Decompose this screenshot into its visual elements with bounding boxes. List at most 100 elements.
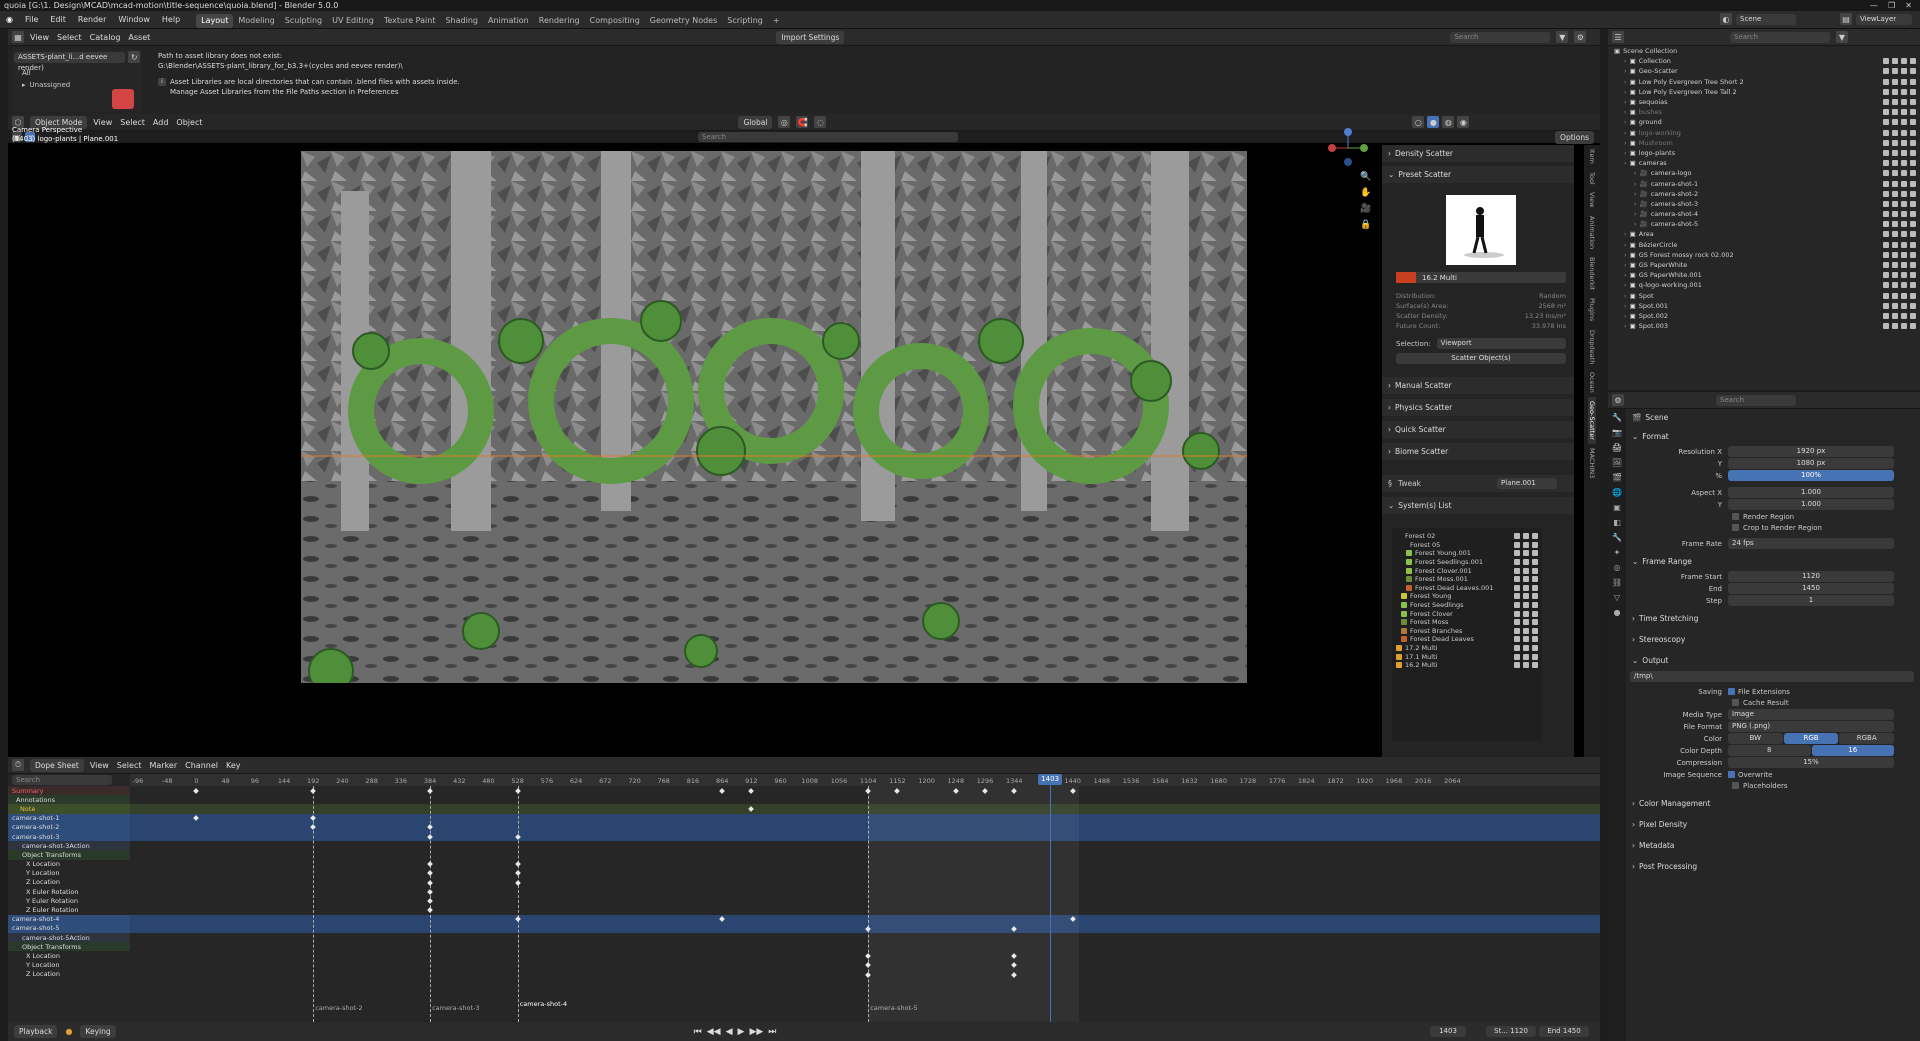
prev-key-icon[interactable]: ◀◀ [707,1027,721,1037]
prop-checkbox[interactable]: Cache Result [1626,697,1920,708]
outliner-item[interactable]: › ▣ q-logo-working.001 [1608,280,1920,290]
particles-tab-icon[interactable]: ✦ [1614,548,1621,557]
prop-field[interactable]: 1080 px [1728,458,1894,469]
system-visibility-icons[interactable] [1514,627,1538,634]
dopesheet-menu-item[interactable]: Key [226,761,241,770]
selection-dropdown[interactable]: Viewport [1436,338,1566,349]
channel-row[interactable]: camera-shot-2 [8,822,130,832]
channel-row[interactable]: Summary [8,786,130,796]
outliner-item[interactable]: › ▣ Mushroom [1608,138,1920,148]
system-visibility-icons[interactable] [1514,602,1538,609]
visibility-icons[interactable] [1883,272,1916,279]
system-visibility-icons[interactable] [1514,619,1538,626]
outliner-item[interactable]: › ▣ Spot [1608,291,1920,301]
view-layer-tab-icon[interactable]: 🖼 [1612,458,1622,467]
outliner-item[interactable]: › ▣ Low Poly Evergreen Tree Tall 2 [1608,87,1920,97]
checkbox-icon[interactable] [1732,513,1739,520]
system-row[interactable]: 16.2 Multi [1392,661,1542,670]
viewport-menu-item[interactable]: Add [153,118,169,127]
end-frame-field[interactable]: End 1450 [1539,1026,1589,1037]
outliner-item[interactable]: › ▣ Spot.001 [1608,301,1920,311]
menu-file[interactable]: File [19,11,44,29]
system-row[interactable]: Forest Branches [1392,627,1542,636]
channel-row[interactable]: Object Transforms [8,850,130,860]
world-tab-icon[interactable]: 🌐 [1612,488,1622,497]
editor-type-icon[interactable]: ⚙ [1612,394,1624,406]
system-visibility-icons[interactable] [1514,610,1538,617]
menu-window[interactable]: Window [112,11,156,29]
checkbox-icon[interactable] [1732,782,1739,789]
expand-chevron-icon[interactable]: › [1624,322,1627,330]
system-row[interactable]: Forest 05 [1392,541,1542,550]
outliner-item[interactable]: › ▣ Spot.002 [1608,311,1920,321]
workspace-tab[interactable]: Rendering [534,14,585,28]
editor-type-icon[interactable]: ⏱ [12,759,24,771]
system-row[interactable]: Forest Seedlings [1392,601,1542,610]
outliner-item[interactable]: › ▣ bushes [1608,107,1920,117]
color-mode-option[interactable]: BW [1728,733,1783,744]
expand-chevron-icon[interactable]: › [1624,302,1627,310]
prop-section[interactable]: › Pixel Density [1626,816,1920,833]
system-row[interactable]: Forest Young [1392,592,1542,601]
system-row[interactable]: Forest Moss [1392,618,1542,627]
visibility-icons[interactable] [1883,129,1916,136]
workspace-tab[interactable]: Compositing [585,14,645,28]
render-tab-icon[interactable]: 📷 [1612,428,1622,437]
next-key-icon[interactable]: ▶▶ [749,1027,763,1037]
expand-chevron-icon[interactable]: › [1624,241,1627,249]
channel-row[interactable]: camera-shot-3 [8,831,130,842]
section-preset-scatter[interactable]: ⌄ Preset Scatter [1382,166,1574,183]
scene-tab-icon[interactable]: 🎬 [1612,473,1622,482]
outliner-item[interactable]: › ▣ Collection [1608,56,1920,66]
dopesheet-menu-item[interactable]: Select [117,761,142,770]
expand-chevron-icon[interactable]: › [1624,312,1627,320]
viewport-menu-item[interactable]: Object [176,118,202,127]
pivot-icon[interactable]: ◎ [778,116,791,128]
viewlayer-selector[interactable]: ▤ ViewLayer [1840,13,1912,25]
visibility-icons[interactable] [1883,58,1916,65]
outliner-item[interactable]: › ▣ logo-plants [1608,148,1920,158]
keying-dropdown[interactable]: Keying [80,1025,116,1038]
collection-tab-icon[interactable]: ▣ [1613,503,1621,512]
visibility-icons[interactable] [1883,139,1916,146]
expand-chevron-icon[interactable]: › [1624,67,1627,75]
expand-chevron-icon[interactable]: › [1624,281,1627,289]
system-row[interactable]: 17.2 Multi [1392,644,1542,653]
n-panel-tab[interactable]: MACHIN3 [1588,444,1596,482]
workspace-tab[interactable]: Layout [196,13,234,28]
channel-row[interactable]: Z Location [8,877,130,888]
expand-chevron-icon[interactable]: › [1624,271,1627,279]
marker-label[interactable]: camera-shot-3 [432,1004,479,1012]
filter-icon[interactable]: ▼ [1836,31,1848,43]
channel-row[interactable]: Y Euler Rotation [8,896,130,906]
camera-view-icon[interactable]: 🎥 [1360,204,1371,214]
system-row[interactable]: Forest Clover [1392,609,1542,618]
color-mode-option[interactable]: RGB [1783,733,1839,744]
viewport-search[interactable]: Search [698,132,958,142]
asset-menu-item[interactable]: Asset [128,33,150,42]
jump-end-icon[interactable]: ⏭ [768,1027,776,1037]
constraints-tab-icon[interactable]: ⛓ [1612,578,1622,587]
prop-field[interactable]: 24 fps [1728,538,1894,549]
outliner-item[interactable]: › ▣ Geo-Scatter [1608,66,1920,76]
channel-row[interactable]: Y Location [8,960,130,970]
scatter-section[interactable]: › Biome Scatter [1382,443,1574,460]
expand-chevron-icon[interactable]: › [1624,292,1627,300]
rendered-shading-icon[interactable]: ◉ [1457,116,1470,128]
outliner-item[interactable]: › ▣ Low Poly Evergreen Tree Short 2 [1608,77,1920,87]
visibility-icons[interactable] [1883,251,1916,258]
visibility-icons[interactable] [1883,88,1916,95]
n-panel-tab[interactable]: Tool [1588,168,1596,189]
system-visibility-icons[interactable] [1514,576,1538,583]
n-panel-tab[interactable]: Item [1588,145,1596,168]
outliner-item[interactable]: › 🎥 camera-shot-2 [1608,189,1920,199]
playback-dropdown[interactable]: Playback [14,1025,58,1038]
play-reverse-icon[interactable]: ◀ [726,1027,733,1037]
prop-field[interactable]: 1120 [1728,571,1894,582]
channel-row[interactable]: X Euler Rotation [8,887,130,897]
solid-shading-icon[interactable]: ● [1427,116,1440,128]
system-visibility-icons[interactable] [1514,593,1538,600]
visibility-icons[interactable] [1883,312,1916,319]
n-panel-tab[interactable]: Geo-Scatter [1588,396,1596,444]
dopesheet-menu-item[interactable]: Channel [185,761,218,770]
